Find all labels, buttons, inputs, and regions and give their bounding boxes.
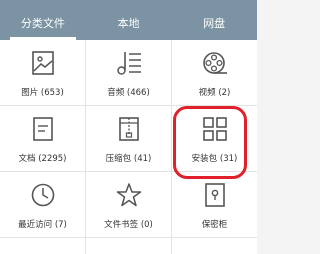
video-reel-icon — [202, 52, 227, 74]
clock-icon — [31, 183, 54, 207]
tab-local[interactable]: 本地 — [86, 0, 172, 40]
grid-row-partial — [0, 238, 86, 254]
category-recent[interactable]: 最近访问 (7) — [0, 172, 86, 238]
music-icon — [116, 52, 141, 75]
category-label: 保密柜 — [201, 220, 228, 230]
archive-icon — [118, 117, 139, 141]
category-label: 文档 (2295) — [18, 154, 67, 164]
category-label: 图片 (653) — [21, 88, 64, 98]
tab-cloud-drive[interactable]: 网盘 — [171, 0, 257, 40]
category-video[interactable]: 视频 (2) — [172, 40, 257, 106]
category-label: 文件书签 (0) — [104, 220, 153, 230]
document-icon — [32, 117, 53, 141]
category-label: 最近访问 (7) — [18, 220, 67, 230]
category-label: 压缩包 (41) — [105, 154, 152, 164]
category-images[interactable]: 图片 (653) — [0, 40, 86, 106]
highlight-outline — [173, 106, 247, 179]
category-label: 音频 (466) — [107, 88, 150, 98]
tab-categorized-files[interactable]: 分类文件 — [0, 0, 86, 40]
category-bookmarks[interactable]: 文件书签 (0) — [86, 172, 172, 238]
category-archives[interactable]: 压缩包 (41) — [86, 106, 172, 172]
grid-row-partial — [86, 238, 172, 254]
category-tab-bar: 分类文件 本地 网盘 — [0, 0, 257, 40]
tab-label: 分类文件 — [20, 17, 65, 30]
category-documents[interactable]: 文档 (2295) — [0, 106, 86, 172]
grid-row-partial — [172, 238, 257, 254]
tab-label: 网盘 — [203, 17, 226, 30]
tab-label: 本地 — [117, 17, 140, 30]
category-audio[interactable]: 音频 (466) — [86, 40, 172, 106]
lock-icon — [204, 183, 225, 207]
category-safe[interactable]: 保密柜 — [172, 172, 257, 238]
star-icon — [116, 183, 141, 207]
category-label: 视频 (2) — [198, 88, 231, 98]
image-icon — [31, 51, 54, 75]
